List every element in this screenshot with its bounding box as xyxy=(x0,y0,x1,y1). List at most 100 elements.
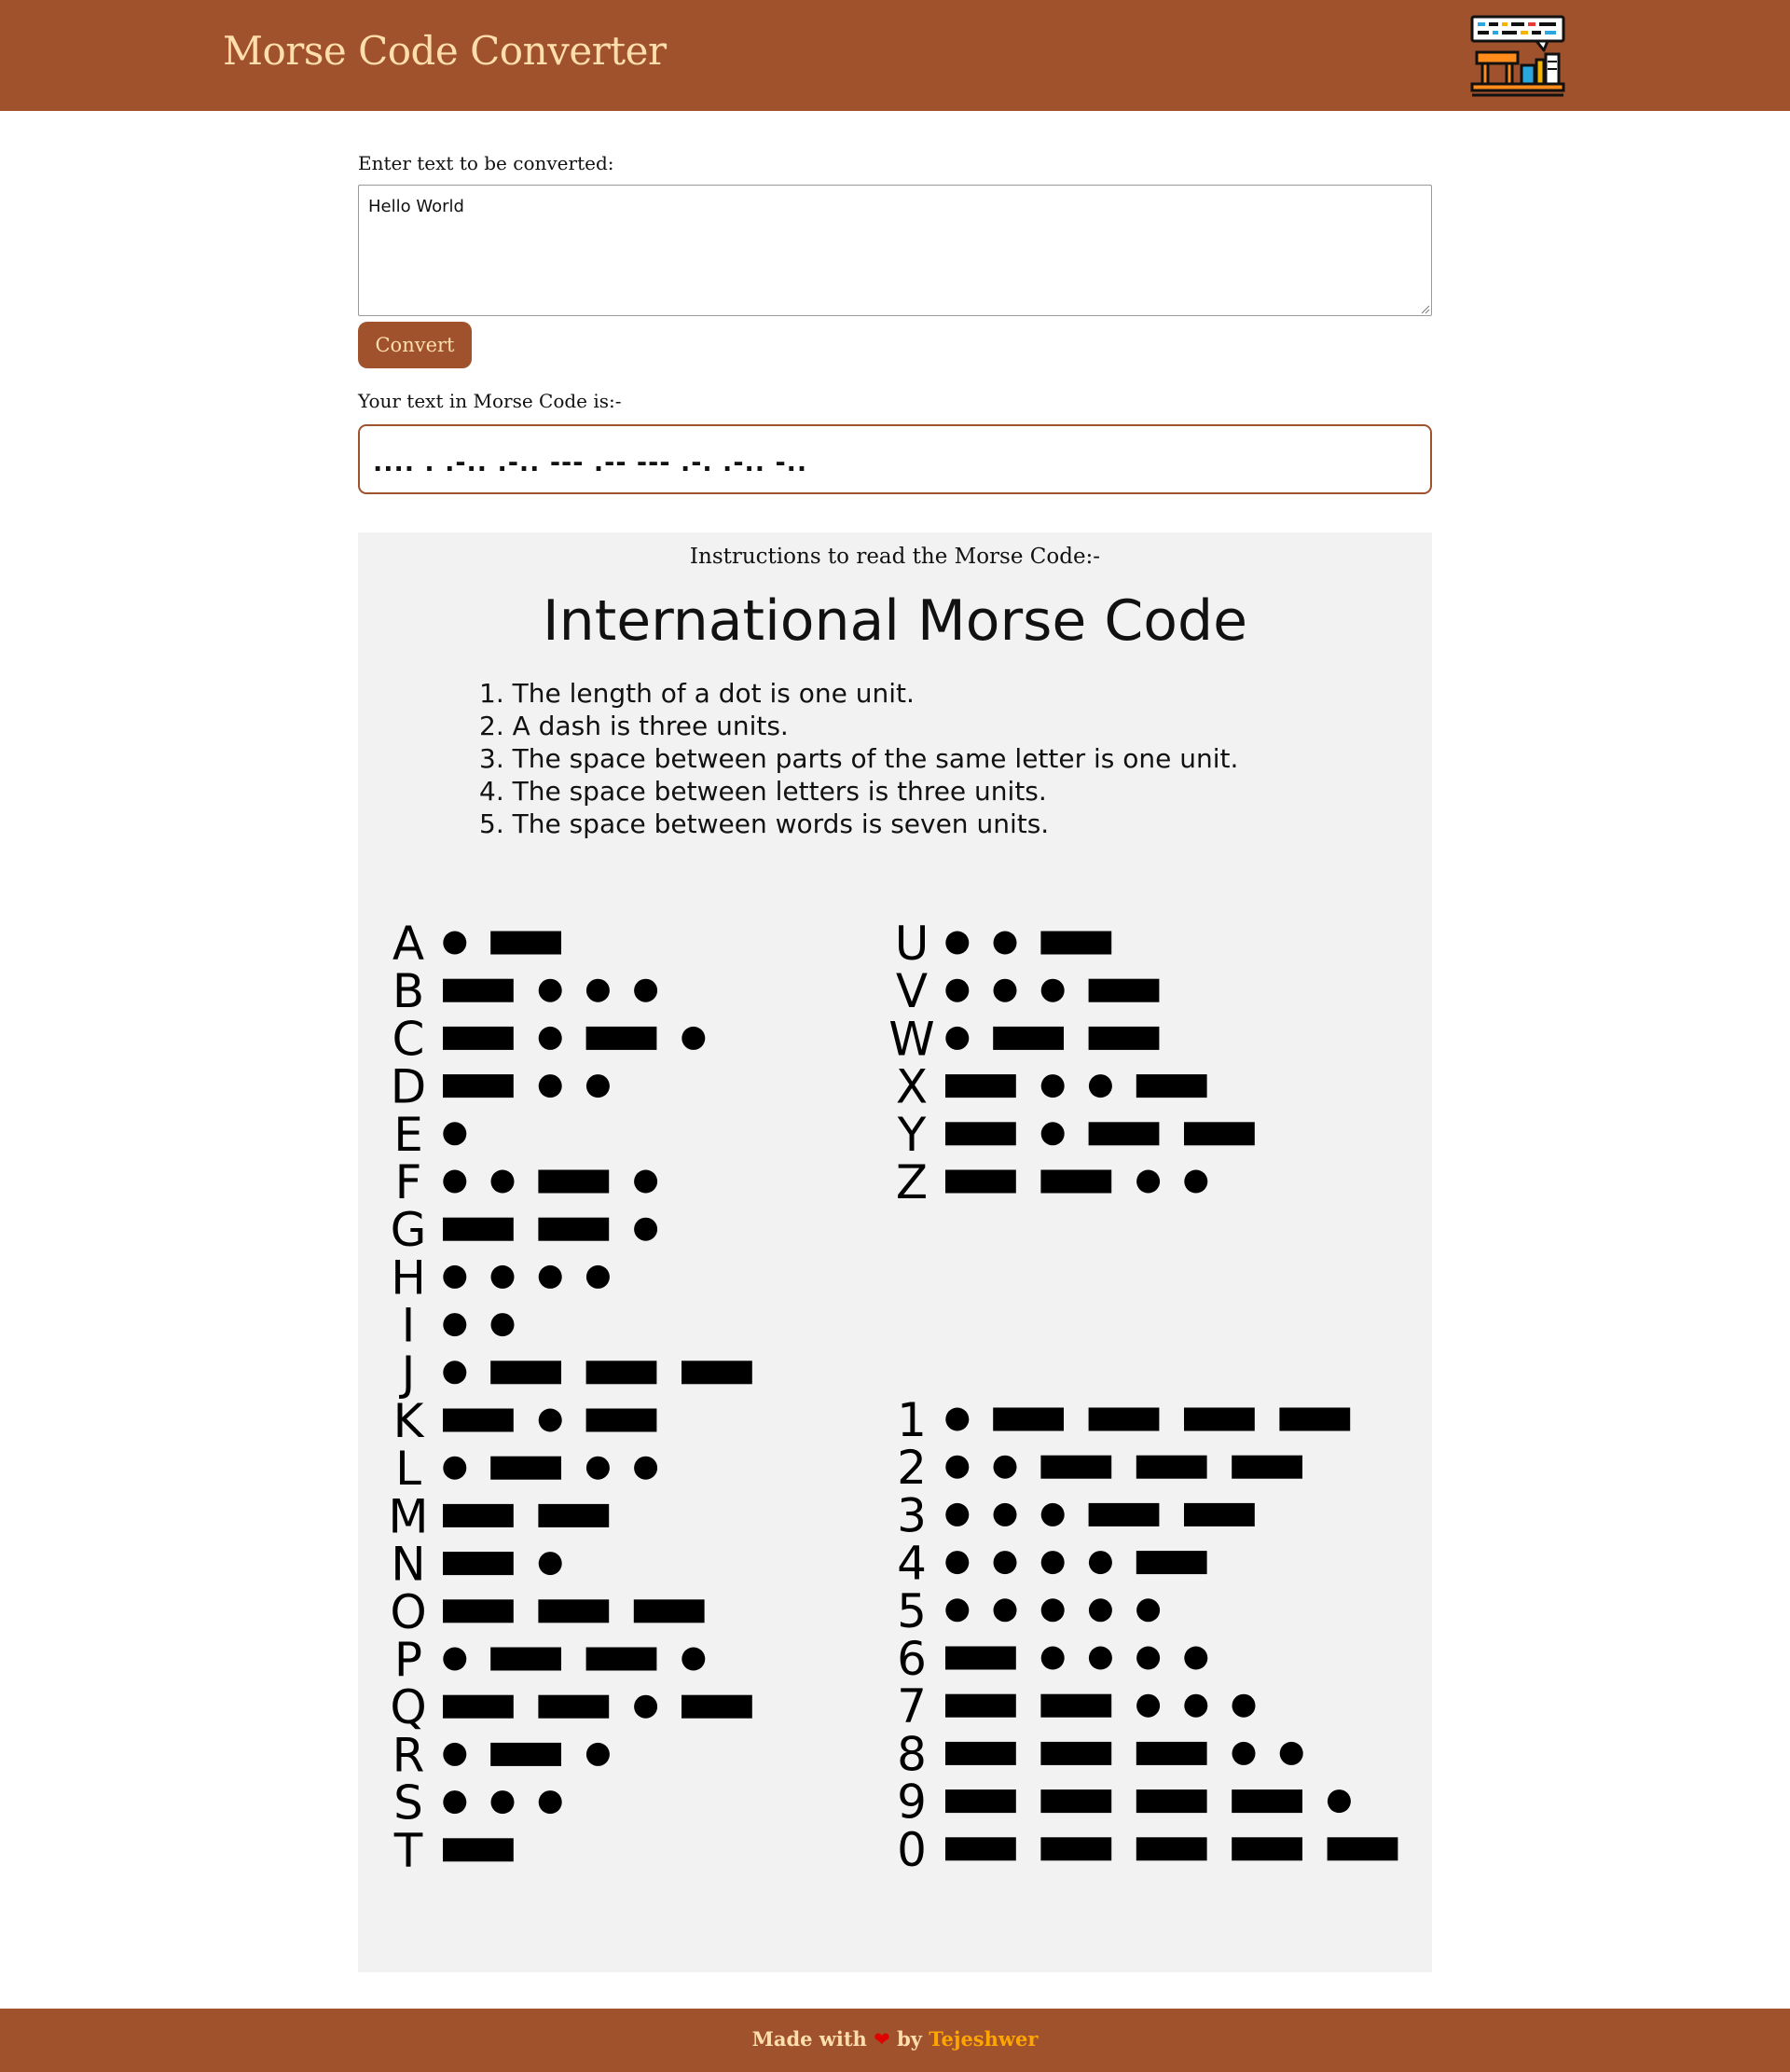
morse-dot xyxy=(1232,1693,1256,1718)
morse-dot xyxy=(945,1551,970,1575)
morse-dot xyxy=(1136,1646,1161,1670)
morse-char-label: Q xyxy=(390,1680,426,1734)
morse-dash xyxy=(1040,1837,1112,1861)
text-input[interactable]: Hello World xyxy=(358,185,1432,316)
morse-char-label: G xyxy=(391,1203,427,1257)
morse-dot xyxy=(443,1264,467,1289)
morse-row-v: V xyxy=(896,964,1160,1018)
convert-button[interactable]: Convert xyxy=(358,322,472,368)
morse-dot xyxy=(993,931,1017,955)
morse-char-label: A xyxy=(392,917,424,971)
morse-dot xyxy=(993,1598,1017,1623)
morse-dash xyxy=(1088,1026,1160,1050)
morse-dash xyxy=(490,931,561,955)
morse-dash xyxy=(443,1217,514,1241)
morse-char-label: J xyxy=(399,1347,416,1401)
morse-char-label: B xyxy=(392,964,424,1018)
morse-char-label: 2 xyxy=(897,1441,927,1495)
morse-dash xyxy=(443,1694,514,1719)
morse-dot xyxy=(490,1790,515,1815)
morse-row-j: J xyxy=(399,1347,752,1401)
morse-char-label: N xyxy=(391,1538,425,1592)
morse-dot xyxy=(538,1552,562,1576)
morse-row-q: Q xyxy=(390,1680,752,1734)
morse-char-label: X xyxy=(896,1060,928,1114)
morse-dot xyxy=(443,1742,467,1766)
morse-dash xyxy=(1088,978,1160,1002)
morse-digit-row-7: 7 xyxy=(897,1679,1256,1734)
instructions-panel: Instructions to read the Morse Code:- In… xyxy=(358,532,1432,1972)
morse-dash xyxy=(1136,1741,1207,1765)
morse-dot xyxy=(1136,1169,1161,1194)
morse-dot xyxy=(538,1074,562,1098)
morse-dash xyxy=(1040,1741,1112,1765)
morse-char-label: 6 xyxy=(897,1632,927,1686)
morse-dash xyxy=(1088,1502,1160,1526)
morse-dash xyxy=(585,1408,657,1432)
morse-dash xyxy=(1232,1455,1302,1479)
morse-dot xyxy=(634,978,658,1002)
morse-digit-row-2: 2 xyxy=(897,1441,1302,1495)
footer-by: by xyxy=(897,2027,922,2051)
morse-char-label: M xyxy=(388,1489,428,1543)
morse-dot xyxy=(634,1456,658,1480)
morse-row-r: R xyxy=(392,1728,610,1782)
morse-dash xyxy=(945,1741,1016,1765)
resize-grip-icon[interactable] xyxy=(1421,305,1430,314)
morse-row-x: X xyxy=(896,1060,1207,1114)
morse-dot xyxy=(443,1122,467,1146)
morse-row-b: B xyxy=(392,964,658,1018)
morse-char-label: 4 xyxy=(897,1537,927,1591)
morse-dot xyxy=(993,978,1017,1002)
morse-char-label: D xyxy=(391,1060,427,1114)
morse-char-label: 5 xyxy=(897,1584,927,1638)
morse-dash xyxy=(1184,1122,1255,1146)
morse-char-label: Z xyxy=(896,1155,928,1209)
morse-char-label: O xyxy=(390,1585,426,1639)
morse-dash xyxy=(1040,1169,1112,1194)
morse-dot xyxy=(945,978,970,1002)
author-link[interactable]: Tejeshwer xyxy=(929,2027,1038,2051)
morse-dash xyxy=(945,1122,1016,1146)
morse-dash xyxy=(1279,1407,1351,1431)
morse-dash xyxy=(490,1456,561,1480)
morse-dash xyxy=(945,1837,1016,1861)
desk-with-chat-bubble-icon xyxy=(1470,15,1565,97)
morse-char-label: S xyxy=(393,1776,423,1830)
morse-dash xyxy=(1088,1407,1160,1431)
morse-dot xyxy=(1088,1646,1112,1670)
morse-row-n: N xyxy=(391,1538,562,1592)
morse-dot xyxy=(634,1169,658,1194)
morse-digit-row-1: 1 xyxy=(897,1393,1351,1447)
footer-bar: Made with ❤ by Tejeshwer xyxy=(0,2009,1790,2072)
morse-row-a: A xyxy=(392,917,561,971)
input-label: Enter text to be converted: xyxy=(358,152,614,174)
morse-dash xyxy=(538,1599,610,1623)
morse-dash xyxy=(443,1074,514,1098)
app-title: Morse Code Converter xyxy=(223,28,667,74)
morse-char-label: W xyxy=(888,1012,934,1066)
morse-dot xyxy=(1088,1074,1112,1098)
morse-dot xyxy=(538,1264,562,1289)
morse-code-chart: ABCDEFGHIJKLMNOPQRST UVWXYZ 1234567890 xyxy=(388,917,1398,1878)
morse-dash xyxy=(945,1169,1016,1194)
morse-row-d: D xyxy=(391,1060,610,1114)
morse-dot xyxy=(585,1074,610,1098)
morse-dash xyxy=(538,1694,610,1719)
morse-char-label: K xyxy=(393,1394,425,1448)
morse-dot xyxy=(538,1790,562,1815)
morse-dot xyxy=(443,1169,467,1194)
morse-dot xyxy=(945,931,970,955)
morse-dash xyxy=(443,1838,514,1862)
morse-dot xyxy=(1136,1693,1161,1718)
morse-dash xyxy=(1136,1789,1207,1814)
morse-dash xyxy=(538,1169,610,1194)
morse-dash xyxy=(1136,1837,1207,1861)
morse-dot xyxy=(1184,1693,1208,1718)
morse-dash xyxy=(490,1647,561,1671)
morse-char-label: C xyxy=(392,1012,425,1066)
morse-dash xyxy=(1136,1551,1207,1575)
morse-char-label: 3 xyxy=(897,1488,927,1542)
morse-dot xyxy=(1232,1741,1256,1765)
morse-dash xyxy=(1136,1455,1207,1479)
